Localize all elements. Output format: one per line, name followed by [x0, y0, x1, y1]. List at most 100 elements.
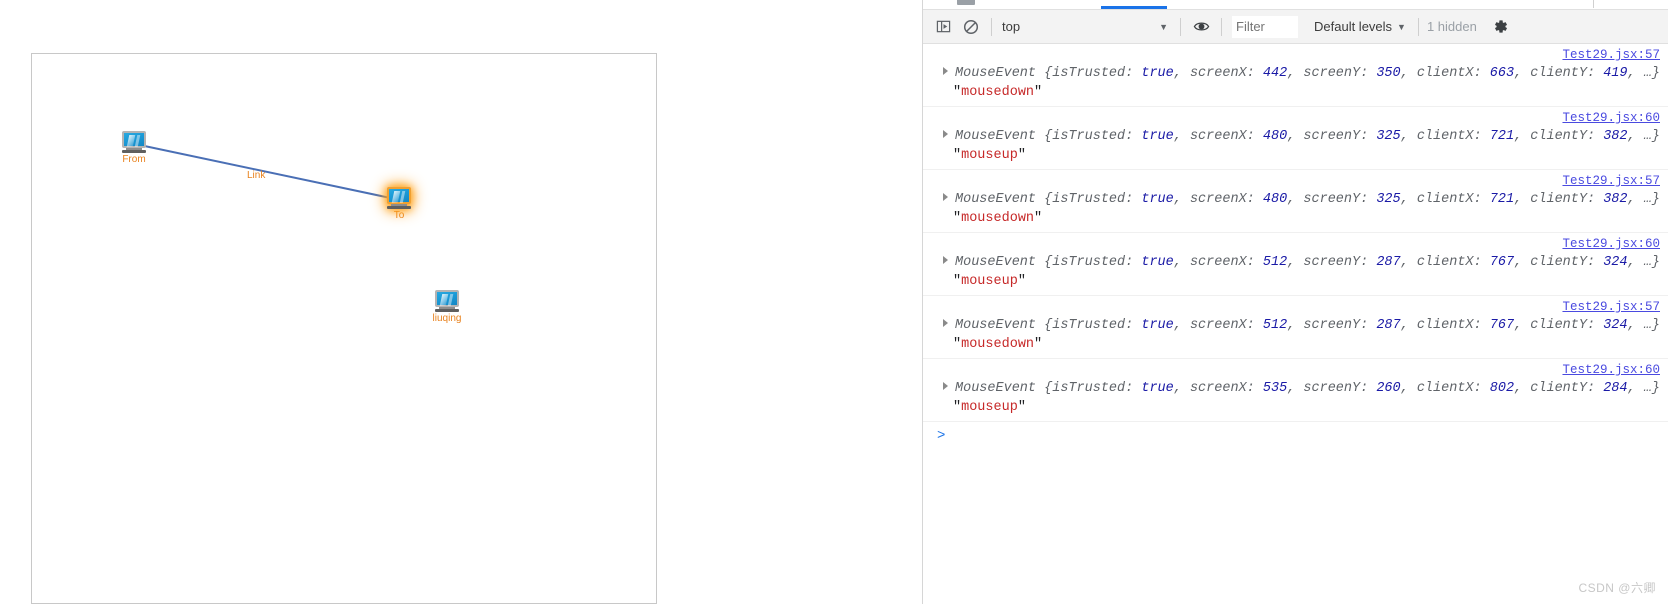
clienty-value: 382	[1603, 192, 1628, 207]
console-source-link[interactable]: Test29.jsx:60	[1562, 235, 1660, 254]
console-context-select[interactable]: top ▼	[998, 16, 1174, 38]
console-message-text: mouseup	[961, 400, 1018, 415]
devtools-panel: top ▼ Default levels ▼ 1 hidden	[922, 0, 1668, 604]
istrusted-value: true	[1141, 66, 1174, 81]
screenx-value: 480	[1262, 192, 1288, 207]
clientx-value: 767	[1489, 255, 1515, 270]
console-log-entry[interactable]: Test29.jsx:60 MouseEvent {isTrusted: true…	[923, 359, 1668, 422]
screeny-key: , screenY:	[1287, 255, 1377, 270]
quote-open: "	[953, 148, 962, 163]
expand-triangle-icon[interactable]	[943, 193, 948, 201]
devtools-tabstrip[interactable]	[923, 0, 1668, 10]
console-source-link[interactable]: Test29.jsx:57	[1562, 298, 1660, 317]
console-string-message: "mousedown"	[953, 83, 1660, 102]
screeny-value: 287	[1376, 255, 1401, 270]
console-object-preview[interactable]: MouseEvent {isTrusted: true, screenX: 51…	[953, 316, 1660, 335]
console-string-message: "mouseup"	[953, 146, 1660, 165]
clienty-value: 284	[1603, 381, 1628, 396]
expand-triangle-icon[interactable]	[943, 67, 948, 75]
expand-triangle-icon[interactable]	[943, 319, 948, 327]
quote-open: "	[953, 85, 962, 100]
chevron-down-icon: ▼	[1397, 21, 1406, 32]
screenx-key: , screenX:	[1173, 129, 1263, 144]
toolbar-divider-3	[1221, 17, 1222, 36]
console-object-preview[interactable]: MouseEvent {isTrusted: true, screenX: 51…	[953, 253, 1660, 272]
diagram-node-label: From	[122, 154, 146, 165]
screeny-key: , screenY:	[1287, 318, 1377, 333]
clientx-value: 802	[1489, 381, 1515, 396]
console-log-entry[interactable]: Test29.jsx:57 MouseEvent {isTrusted: true…	[923, 170, 1668, 233]
screenx-value: 512	[1262, 255, 1288, 270]
devtools-tab-icon	[957, 0, 975, 5]
quote-close: "	[1017, 274, 1026, 289]
screenx-value: 442	[1262, 66, 1288, 81]
console-message-text: mousedown	[961, 337, 1035, 352]
clientx-value: 721	[1489, 192, 1515, 207]
console-prompt[interactable]: >	[923, 422, 1668, 452]
console-source-link[interactable]: Test29.jsx:60	[1562, 109, 1660, 128]
console-log-entry[interactable]: Test29.jsx:60 MouseEvent {isTrusted: true…	[923, 233, 1668, 296]
clear-console-icon[interactable]	[957, 14, 985, 40]
console-filter-input[interactable]	[1232, 15, 1298, 38]
console-string-message: "mouseup"	[953, 398, 1660, 417]
eye-icon[interactable]	[1187, 14, 1215, 40]
console-source-link[interactable]: Test29.jsx:57	[1562, 172, 1660, 191]
clienty-key: , clientY:	[1514, 318, 1604, 333]
expand-triangle-icon[interactable]	[943, 382, 948, 390]
console-message-text: mousedown	[961, 211, 1035, 226]
clienty-value: 324	[1603, 318, 1628, 333]
active-tab-indicator	[1101, 6, 1167, 9]
console-log-levels-select[interactable]: Default levels ▼	[1308, 16, 1412, 38]
quote-open: "	[953, 400, 962, 415]
istrusted-value: true	[1141, 129, 1174, 144]
toolbar-divider-1	[991, 17, 992, 36]
console-log-entry[interactable]: Test29.jsx:60 MouseEvent {isTrusted: true…	[923, 107, 1668, 170]
object-suffix: , …}	[1627, 318, 1660, 333]
console-log-entry[interactable]: Test29.jsx:57 MouseEvent {isTrusted: true…	[923, 44, 1668, 107]
diagram-node-liuqing[interactable]: liuqing	[425, 290, 469, 325]
expand-triangle-icon[interactable]	[943, 256, 948, 264]
console-log-entry[interactable]: Test29.jsx:57 MouseEvent {isTrusted: true…	[923, 296, 1668, 359]
istrusted-value: true	[1141, 318, 1174, 333]
console-string-message: "mouseup"	[953, 272, 1660, 291]
console-object-preview[interactable]: MouseEvent {isTrusted: true, screenX: 44…	[953, 64, 1660, 83]
screeny-key: , screenY:	[1287, 66, 1377, 81]
clienty-value: 382	[1603, 129, 1628, 144]
screeny-key: , screenY:	[1287, 192, 1377, 207]
object-suffix: , …}	[1627, 129, 1660, 144]
console-object-preview[interactable]: MouseEvent {isTrusted: true, screenX: 48…	[953, 190, 1660, 209]
screenx-value: 535	[1262, 381, 1288, 396]
console-object-preview[interactable]: MouseEvent {isTrusted: true, screenX: 48…	[953, 127, 1660, 146]
gear-icon[interactable]	[1487, 14, 1515, 40]
istrusted-value: true	[1141, 381, 1174, 396]
console-sidebar-icon[interactable]	[929, 14, 957, 40]
console-source-link[interactable]: Test29.jsx:57	[1562, 46, 1660, 65]
diagram-node-from[interactable]: From	[112, 131, 156, 166]
expand-triangle-icon[interactable]	[943, 130, 948, 138]
console-object-preview[interactable]: MouseEvent {isTrusted: true, screenX: 53…	[953, 379, 1660, 398]
diagram-link-label: Link	[247, 170, 266, 181]
object-suffix: , …}	[1627, 192, 1660, 207]
console-message-text: mousedown	[961, 85, 1035, 100]
clientx-key: , clientX:	[1400, 381, 1490, 396]
screeny-value: 350	[1376, 66, 1401, 81]
istrusted-value: true	[1141, 255, 1174, 270]
console-string-message: "mousedown"	[953, 209, 1660, 228]
console-string-message: "mousedown"	[953, 335, 1660, 354]
screenshot-root: From To liuqing Link top ▼ Filter Defaul…	[0, 0, 1668, 604]
hidden-messages-count: 1 hidden	[1426, 19, 1477, 34]
object-type-prefix: MouseEvent {isTrusted:	[955, 192, 1142, 207]
console-message-list[interactable]: Test29.jsx:57 MouseEvent {isTrusted: true…	[923, 44, 1668, 604]
screenx-key: , screenX:	[1173, 192, 1263, 207]
watermark: CSDN @六卿	[1578, 581, 1656, 595]
quote-close: "	[1017, 400, 1026, 415]
console-source-link[interactable]: Test29.jsx:60	[1562, 361, 1660, 380]
network-diagram-canvas[interactable]: From To liuqing Link	[31, 53, 657, 604]
diagram-node-to[interactable]: To	[377, 187, 421, 222]
screeny-value: 260	[1376, 381, 1401, 396]
quote-close: "	[1017, 148, 1026, 163]
clienty-key: , clientY:	[1514, 192, 1604, 207]
diagram-link[interactable]	[134, 143, 401, 201]
chevron-down-icon: ▼	[1159, 21, 1168, 32]
quote-close: "	[1034, 211, 1043, 226]
